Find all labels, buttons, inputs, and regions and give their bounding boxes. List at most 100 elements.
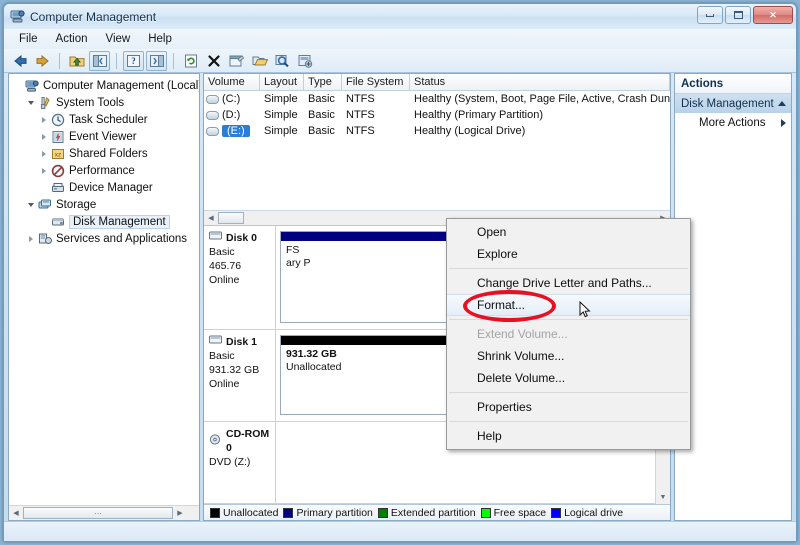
menu-item-explore[interactable]: Explore [447, 243, 690, 265]
expand-arrow-icon[interactable] [38, 133, 50, 140]
legend-label: Logical drive [564, 506, 624, 519]
menu-item-label: Open [477, 225, 507, 239]
legend-swatch [283, 507, 294, 518]
legend-swatch [480, 507, 491, 518]
action-more-actions[interactable]: More Actions [675, 113, 791, 132]
drive-icon [206, 94, 219, 104]
disk-type: Basic [209, 350, 235, 362]
menu-item-label: Format... [477, 298, 526, 312]
properties-icon[interactable] [226, 51, 247, 71]
rescan-disks-icon[interactable] [272, 51, 293, 71]
volume-status: Healthy (System, Boot, Page File, Active… [414, 93, 670, 105]
open-folder-icon[interactable] [249, 51, 270, 71]
volume-row[interactable]: (D:) Simple Basic NTFS Healthy (Primary Part… [204, 107, 670, 123]
scroll-left-arrow-icon[interactable]: ◀ [204, 212, 218, 225]
tree-item-event-viewer[interactable]: Event Viewer [12, 128, 199, 145]
volume-name: (C:) [222, 93, 241, 105]
scroll-right-arrow-icon[interactable]: ▶ [173, 507, 187, 520]
tree-item-disk-management[interactable]: Disk Management [12, 213, 199, 230]
menu-item-format[interactable]: Format... [447, 290, 690, 322]
computer-management-window: Computer Management ✕ File Action View H… [3, 3, 797, 542]
actions-group-disk-management[interactable]: Disk Management [675, 94, 791, 113]
scroll-thumb[interactable]: ⋯ [23, 507, 173, 519]
tree-item-performance[interactable]: Performance [12, 162, 199, 179]
tree-item-system-tools[interactable]: System Tools [12, 94, 199, 111]
volume-type: Basic [308, 93, 335, 105]
menu-item-delete-volume[interactable]: Delete Volume... [447, 367, 690, 389]
menu-item-extend-volume: Extend Volume... [447, 323, 690, 345]
chevron-right-icon[interactable] [781, 118, 786, 127]
delete-icon[interactable] [203, 51, 224, 71]
volume-row[interactable]: (E:) Simple Basic NTFS Healthy (Logical Driv… [204, 123, 670, 139]
expand-arrow-icon[interactable] [38, 167, 50, 174]
minimize-button[interactable] [697, 6, 723, 24]
collapse-arrow-icon[interactable] [25, 202, 37, 207]
disk-management-icon [50, 215, 66, 229]
title-bar: Computer Management ✕ [4, 4, 796, 29]
close-button[interactable]: ✕ [753, 6, 793, 24]
disk-info: CD-ROM 0 DVD (Z:) [204, 422, 276, 503]
legend-label: Unallocated [223, 506, 279, 519]
volume-file-system: NTFS [346, 125, 375, 137]
tree-horizontal-scrollbar[interactable]: ◀ ⋯ ▶ [9, 505, 199, 520]
column-header-type[interactable]: Type [304, 74, 342, 90]
menu-item-label: Properties [477, 400, 532, 414]
show-hide-console-tree-icon[interactable] [89, 50, 110, 71]
tree-item-services-and-applications[interactable]: Services and Applications [12, 230, 199, 247]
volume-type: Basic [308, 125, 335, 137]
services-icon [37, 232, 53, 246]
show-hide-action-pane-icon[interactable] [146, 50, 167, 71]
menu-item-open[interactable]: Open [447, 221, 690, 243]
disk-info: Disk 0 Basic 465.76 Online [204, 226, 276, 329]
legend-item: Primary partition [283, 506, 373, 519]
scroll-left-arrow-icon[interactable]: ◀ [9, 507, 23, 520]
column-header-file-system[interactable]: File System [342, 74, 410, 90]
disk-size: 931.32 GB [209, 364, 260, 376]
menu-file[interactable]: File [11, 31, 46, 47]
mouse-pointer-icon [579, 300, 591, 319]
create-vhd-icon[interactable] [295, 51, 316, 71]
menu-item-change-drive-letter-and-paths[interactable]: Change Drive Letter and Paths... [447, 272, 690, 294]
menu-item-properties[interactable]: Properties [447, 396, 690, 418]
menu-item-help[interactable]: Help [447, 425, 690, 447]
tree-item-label: Computer Management (Local) [43, 79, 199, 92]
menu-item-shrink-volume[interactable]: Shrink Volume... [447, 345, 690, 367]
legend-label: Primary partition [296, 506, 373, 519]
expand-arrow-icon[interactable] [38, 150, 50, 157]
legend-swatch [377, 507, 388, 518]
column-header-status[interactable]: Status [410, 74, 670, 90]
back-icon[interactable] [9, 51, 30, 71]
scroll-thumb[interactable] [218, 212, 244, 224]
maximize-button[interactable] [725, 6, 751, 24]
tree-item-storage[interactable]: Storage [12, 196, 199, 213]
column-header-layout[interactable]: Layout [260, 74, 304, 90]
computer-icon [24, 79, 40, 93]
tree-item-task-scheduler[interactable]: Task Scheduler [12, 111, 199, 128]
menu-help[interactable]: Help [140, 31, 180, 47]
legend-label: Extended partition [390, 506, 476, 519]
help-icon[interactable]: ? [123, 50, 144, 71]
collapse-arrow-icon[interactable] [25, 100, 37, 105]
menu-item-label: Explore [477, 247, 518, 261]
volume-list-header: Volume Layout Type File System Status [204, 74, 670, 91]
disk-type: Basic [209, 246, 235, 258]
tree-item-computer-management-local[interactable]: Computer Management (Local) [12, 77, 199, 94]
expand-arrow-icon[interactable] [25, 235, 37, 242]
legend-item: Extended partition [377, 506, 476, 519]
toolbar-separator [173, 52, 174, 69]
scroll-down-arrow-icon[interactable]: ▼ [657, 490, 670, 504]
tree-item-device-manager[interactable]: Device Manager [12, 179, 199, 196]
computer-management-icon [10, 9, 25, 24]
chevron-up-icon[interactable] [778, 101, 786, 106]
menu-view[interactable]: View [98, 31, 139, 47]
menu-action[interactable]: Action [48, 31, 96, 47]
menu-item-label: Shrink Volume... [477, 349, 565, 363]
tree-item-shared-folders[interactable]: xz Shared Folders [12, 145, 199, 162]
column-header-volume[interactable]: Volume [204, 74, 260, 90]
volume-row[interactable]: (C:) Simple Basic NTFS Healthy (System, Boot… [204, 91, 670, 107]
toolbar: ? [4, 49, 796, 73]
expand-arrow-icon[interactable] [38, 116, 50, 123]
refresh-icon[interactable] [180, 51, 201, 71]
up-folder-icon[interactable] [66, 51, 87, 71]
forward-icon[interactable] [32, 51, 53, 71]
